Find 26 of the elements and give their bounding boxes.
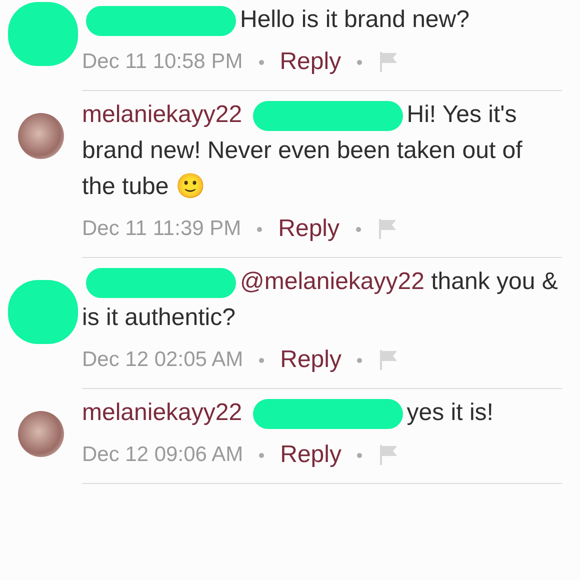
reply-link[interactable]: Reply — [280, 346, 342, 374]
comment-time: Dec 11 11:39 PM — [82, 217, 242, 241]
comment-text: @melaniekayy22 thank you & is it authentic? — [82, 266, 559, 333]
avatar[interactable] — [18, 411, 64, 457]
comment-author[interactable]: melaniekayy22 — [82, 101, 242, 128]
flag-icon[interactable] — [376, 217, 398, 241]
reply-link[interactable]: Reply — [280, 441, 342, 469]
separator-dot — [356, 226, 360, 232]
separator-dot — [259, 358, 264, 362]
comment-time: Dec 12 02:05 AM — [82, 348, 244, 372]
comment-text: Hello is it brand new? — [82, 2, 562, 38]
separator-dot — [357, 452, 362, 458]
separator-dot — [357, 60, 362, 64]
avatar[interactable] — [18, 113, 64, 159]
user-mention[interactable]: @melaniekayy22 — [240, 268, 424, 295]
comment-text: melaniekayy22 yes it is! — [82, 395, 562, 431]
reply-link[interactable]: Reply — [278, 215, 340, 243]
reply-link[interactable]: Reply — [280, 48, 342, 76]
separator-dot — [258, 60, 264, 64]
separator-dot — [357, 358, 362, 362]
comment-author[interactable]: melaniekayy22 — [82, 399, 242, 426]
comment-time: Dec 12 09:06 AM — [82, 443, 244, 467]
comment-text: melaniekayy22 Hi! Yes it's brand new! Never even been taken out of the tube 🙂 — [82, 100, 524, 202]
separator-dot — [257, 226, 262, 232]
comment-time: Dec 11 10:58 PM — [82, 50, 243, 74]
separator-dot — [259, 452, 264, 458]
